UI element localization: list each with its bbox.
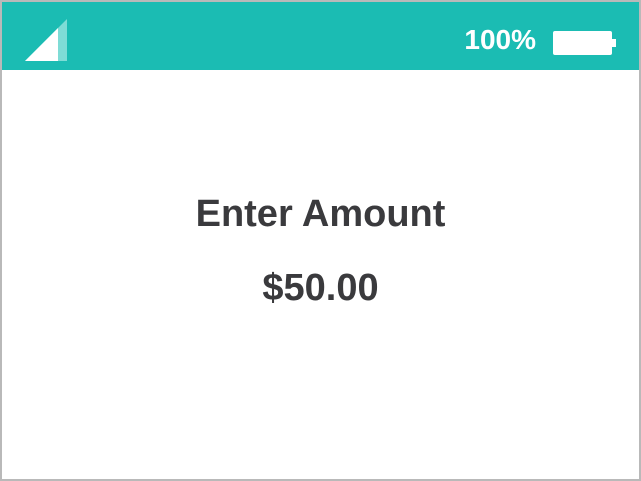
amount-entry-panel: Enter Amount $50.00 bbox=[2, 70, 639, 479]
amount-value: $50.00 bbox=[262, 267, 379, 309]
signal-icon bbox=[25, 19, 67, 61]
page-title: Enter Amount bbox=[195, 193, 446, 235]
device-screen: 100% Enter Amount $50.00 bbox=[0, 0, 641, 481]
status-bar: 100% bbox=[2, 2, 639, 70]
battery-percentage: 100% bbox=[464, 24, 536, 55]
battery-full-icon bbox=[553, 31, 616, 55]
